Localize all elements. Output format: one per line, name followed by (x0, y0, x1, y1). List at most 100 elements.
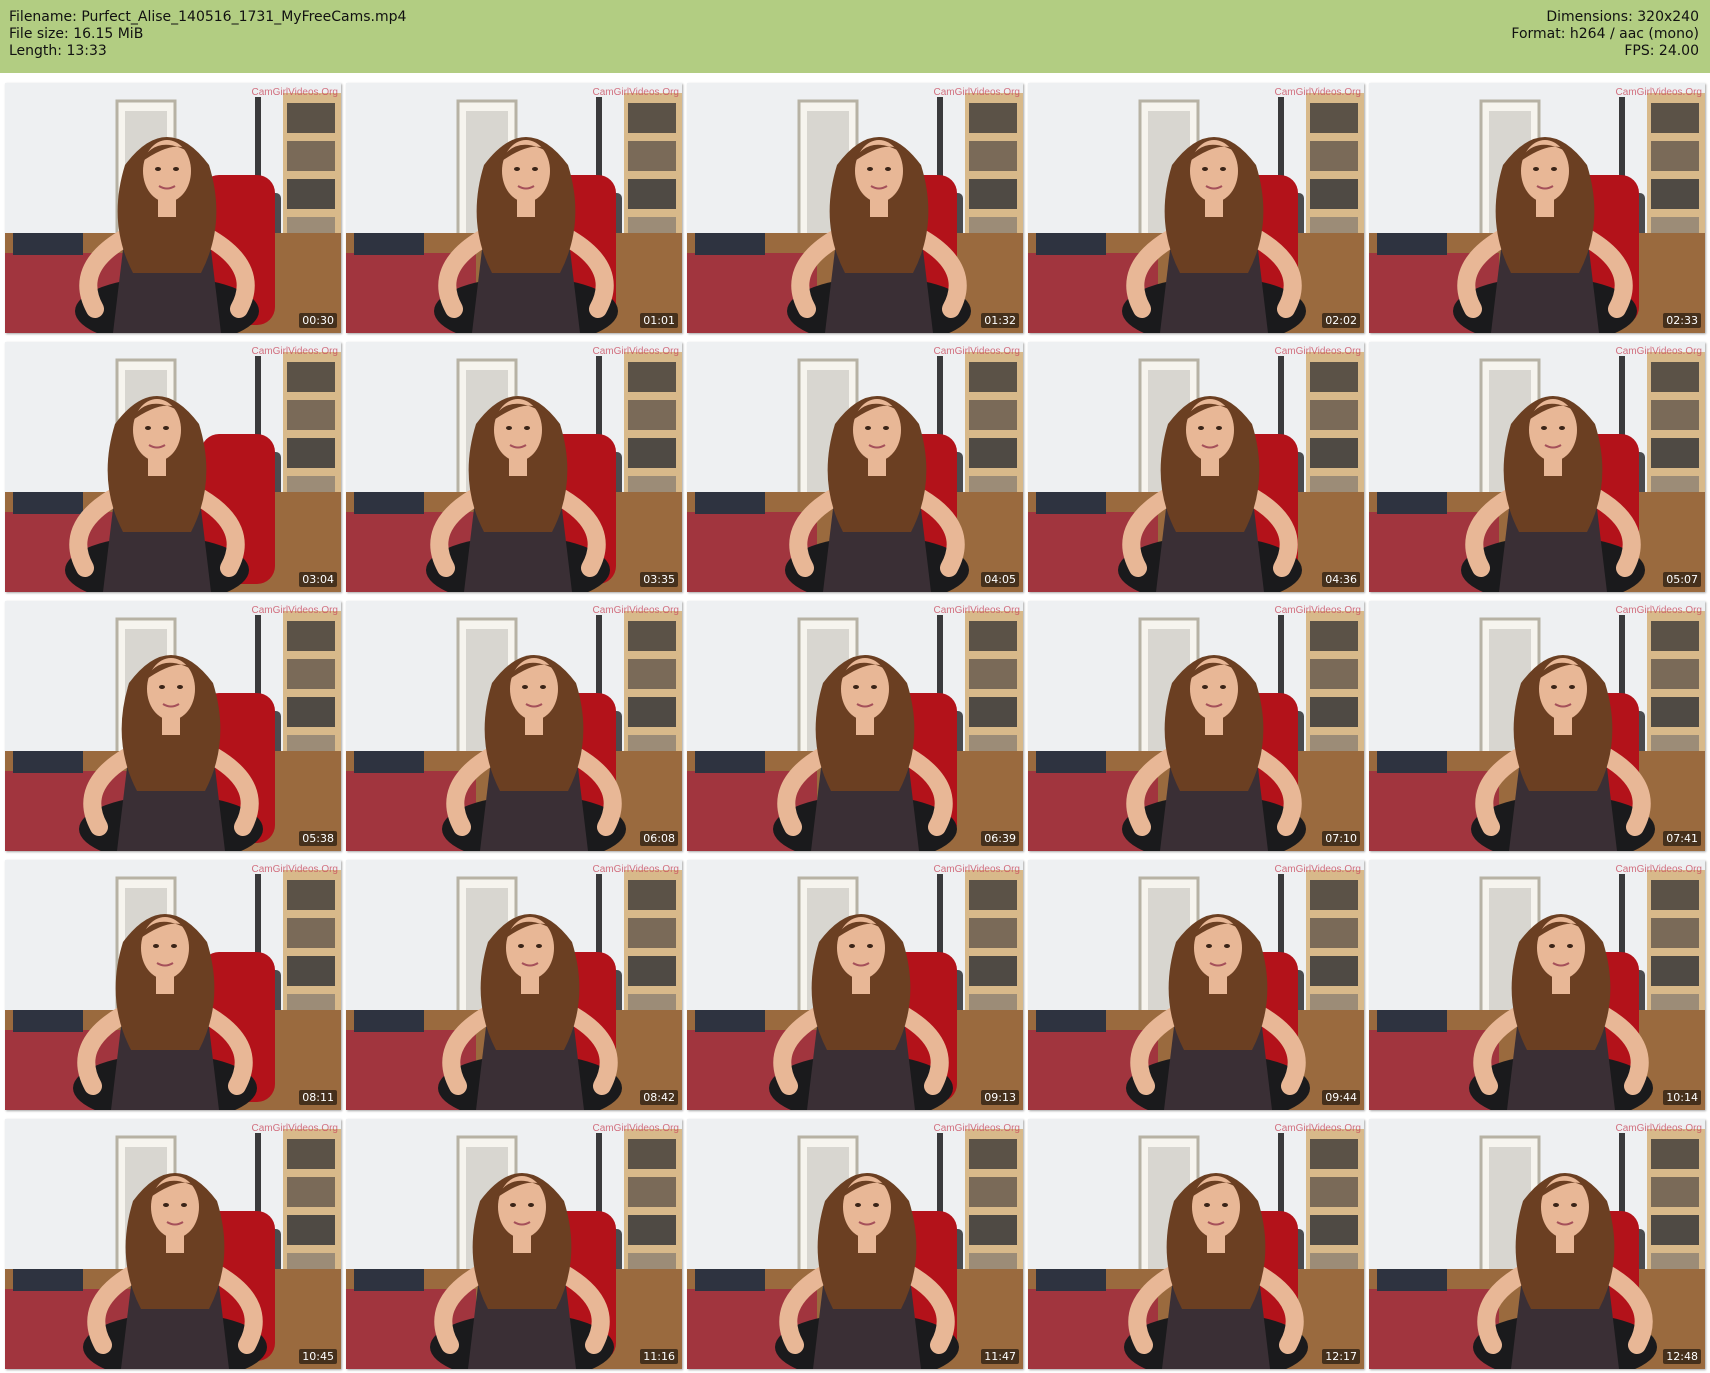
watermark-text: CamGirlVideos.Org (1274, 346, 1361, 357)
watermark-text: CamGirlVideos.Org (251, 346, 338, 357)
video-frame-thumbnail[interactable]: CamGirlVideos.Org 10:45 (5, 1119, 341, 1369)
watermark-text: CamGirlVideos.Org (251, 87, 338, 98)
watermark-text: CamGirlVideos.Org (1274, 605, 1361, 616)
timestamp-label: 09:44 (1322, 1090, 1360, 1105)
watermark-text: CamGirlVideos.Org (592, 346, 679, 357)
timestamp-label: 02:33 (1663, 313, 1701, 328)
video-frame-thumbnail[interactable]: CamGirlVideos.Org 00:30 (5, 83, 341, 333)
frame-scene (346, 342, 682, 592)
frame-scene (346, 1119, 682, 1369)
timestamp-label: 12:17 (1322, 1349, 1360, 1364)
video-frame-thumbnail[interactable]: CamGirlVideos.Org 10:14 (1369, 860, 1705, 1110)
format-value: h264 / aac (mono) (1569, 26, 1699, 42)
video-frame-thumbnail[interactable]: CamGirlVideos.Org 08:11 (5, 860, 341, 1110)
dimensions-line: Dimensions: 320x240 (1511, 9, 1699, 26)
thumbnail-grid: CamGirlVideos.Org 00:30 CamGirlVideos.Org… (5, 83, 1705, 1369)
frame-scene (687, 83, 1023, 333)
video-frame-thumbnail[interactable]: CamGirlVideos.Org 03:04 (5, 342, 341, 592)
timestamp-label: 04:36 (1322, 572, 1360, 587)
video-frame-thumbnail[interactable]: CamGirlVideos.Org 04:05 (687, 342, 1023, 592)
watermark-text: CamGirlVideos.Org (933, 346, 1020, 357)
watermark-text: CamGirlVideos.Org (592, 864, 679, 875)
frame-scene (1369, 860, 1705, 1110)
video-frame-thumbnail[interactable]: CamGirlVideos.Org 12:48 (1369, 1119, 1705, 1369)
watermark-text: CamGirlVideos.Org (592, 605, 679, 616)
fps-line: FPS: 24.00 (1511, 43, 1699, 60)
frame-scene (1028, 601, 1364, 851)
watermark-text: CamGirlVideos.Org (933, 87, 1020, 98)
timestamp-label: 03:35 (640, 572, 678, 587)
watermark-text: CamGirlVideos.Org (1274, 864, 1361, 875)
watermark-text: CamGirlVideos.Org (1615, 605, 1702, 616)
watermark-text: CamGirlVideos.Org (1615, 87, 1702, 98)
frame-scene (687, 1119, 1023, 1369)
timestamp-label: 11:16 (640, 1349, 678, 1364)
timestamp-label: 08:11 (299, 1090, 337, 1105)
timestamp-label: 02:02 (1322, 313, 1360, 328)
file-info-header: Filename: Purfect_Alise_140516_1731_MyFr… (0, 0, 1710, 73)
video-frame-thumbnail[interactable]: CamGirlVideos.Org 07:41 (1369, 601, 1705, 851)
watermark-text: CamGirlVideos.Org (592, 87, 679, 98)
video-frame-thumbnail[interactable]: CamGirlVideos.Org 11:16 (346, 1119, 682, 1369)
frame-scene (1028, 1119, 1364, 1369)
file-info-right: Dimensions: 320x240 Format: h264 / aac (… (1511, 9, 1699, 60)
dimensions-value: 320x240 (1637, 9, 1699, 25)
video-frame-thumbnail[interactable]: CamGirlVideos.Org 05:38 (5, 601, 341, 851)
timestamp-label: 06:08 (640, 831, 678, 846)
video-frame-thumbnail[interactable]: CamGirlVideos.Org 12:17 (1028, 1119, 1364, 1369)
frame-scene (1028, 342, 1364, 592)
frame-scene (1369, 1119, 1705, 1369)
frame-scene (346, 601, 682, 851)
filename-label: Filename: (9, 9, 77, 25)
frame-scene (687, 342, 1023, 592)
filename-value: Purfect_Alise_140516_1731_MyFreeCams.mp4 (81, 9, 407, 25)
timestamp-label: 05:38 (299, 831, 337, 846)
timestamp-label: 10:14 (1663, 1090, 1701, 1105)
timestamp-label: 05:07 (1663, 572, 1701, 587)
frame-scene (5, 601, 341, 851)
timestamp-label: 07:10 (1322, 831, 1360, 846)
filesize-label: File size: (9, 26, 69, 42)
file-info-left: Filename: Purfect_Alise_140516_1731_MyFr… (9, 9, 406, 60)
video-frame-thumbnail[interactable]: CamGirlVideos.Org 11:47 (687, 1119, 1023, 1369)
filesize-value: 16.15 MiB (73, 26, 144, 42)
watermark-text: CamGirlVideos.Org (933, 864, 1020, 875)
video-frame-thumbnail[interactable]: CamGirlVideos.Org 06:08 (346, 601, 682, 851)
frame-scene (5, 83, 341, 333)
frame-scene (346, 83, 682, 333)
video-frame-thumbnail[interactable]: CamGirlVideos.Org 09:44 (1028, 860, 1364, 1110)
frame-scene (5, 342, 341, 592)
timestamp-label: 11:47 (981, 1349, 1019, 1364)
watermark-text: CamGirlVideos.Org (1615, 346, 1702, 357)
video-frame-thumbnail[interactable]: CamGirlVideos.Org 02:33 (1369, 83, 1705, 333)
video-frame-thumbnail[interactable]: CamGirlVideos.Org 05:07 (1369, 342, 1705, 592)
fps-value: 24.00 (1658, 43, 1699, 59)
timestamp-label: 07:41 (1663, 831, 1701, 846)
timestamp-label: 01:32 (981, 313, 1019, 328)
watermark-text: CamGirlVideos.Org (1274, 1123, 1361, 1134)
frame-scene (687, 601, 1023, 851)
video-frame-thumbnail[interactable]: CamGirlVideos.Org 03:35 (346, 342, 682, 592)
video-frame-thumbnail[interactable]: CamGirlVideos.Org 07:10 (1028, 601, 1364, 851)
length-label: Length: (9, 43, 63, 59)
video-frame-thumbnail[interactable]: CamGirlVideos.Org 09:13 (687, 860, 1023, 1110)
video-frame-thumbnail[interactable]: CamGirlVideos.Org 04:36 (1028, 342, 1364, 592)
video-frame-thumbnail[interactable]: CamGirlVideos.Org 02:02 (1028, 83, 1364, 333)
timestamp-label: 00:30 (299, 313, 337, 328)
video-frame-thumbnail[interactable]: CamGirlVideos.Org 01:32 (687, 83, 1023, 333)
video-frame-thumbnail[interactable]: CamGirlVideos.Org 08:42 (346, 860, 682, 1110)
watermark-text: CamGirlVideos.Org (251, 864, 338, 875)
watermark-text: CamGirlVideos.Org (933, 1123, 1020, 1134)
watermark-text: CamGirlVideos.Org (1274, 87, 1361, 98)
video-frame-thumbnail[interactable]: CamGirlVideos.Org 01:01 (346, 83, 682, 333)
watermark-text: CamGirlVideos.Org (933, 605, 1020, 616)
filesize-line: File size: 16.15 MiB (9, 26, 406, 43)
watermark-text: CamGirlVideos.Org (251, 1123, 338, 1134)
watermark-text: CamGirlVideos.Org (1615, 864, 1702, 875)
watermark-text: CamGirlVideos.Org (251, 605, 338, 616)
frame-scene (346, 860, 682, 1110)
frame-scene (5, 1119, 341, 1369)
timestamp-label: 04:05 (981, 572, 1019, 587)
video-frame-thumbnail[interactable]: CamGirlVideos.Org 06:39 (687, 601, 1023, 851)
dimensions-label: Dimensions: (1546, 9, 1633, 25)
